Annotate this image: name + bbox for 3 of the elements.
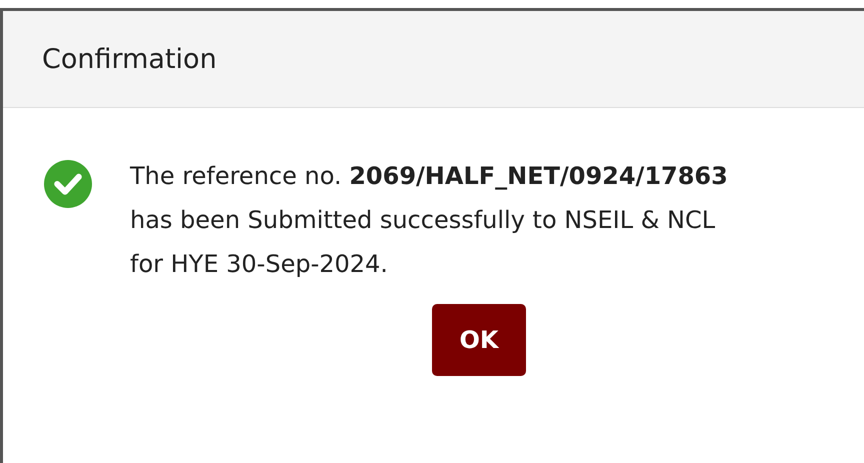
ok-button[interactable]: OK [432,304,526,376]
dialog-title: Confirmation [42,44,217,74]
confirmation-message: The reference no. 2069/HALF_NET/0924/17863 has been Submitted successfully to NSEIL & NCL for HYE 30-Sep-2024. [130,161,729,280]
